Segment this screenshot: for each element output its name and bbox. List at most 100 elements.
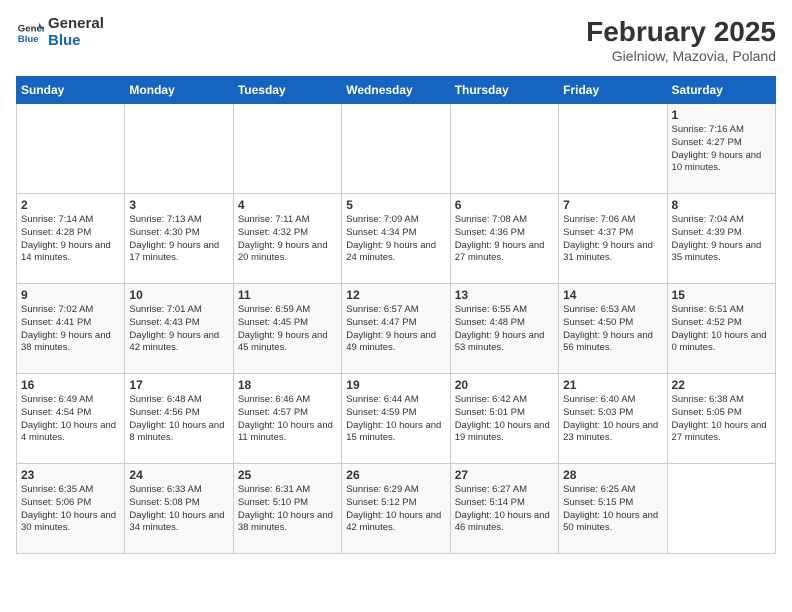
logo: General Blue General Blue: [16, 16, 104, 49]
day-number: 21: [563, 378, 662, 392]
day-info: Sunrise: 6:27 AM Sunset: 5:14 PM Dayligh…: [455, 484, 554, 535]
day-info: Sunrise: 6:31 AM Sunset: 5:10 PM Dayligh…: [238, 484, 337, 535]
calendar-cell: 26Sunrise: 6:29 AM Sunset: 5:12 PM Dayli…: [342, 464, 450, 554]
calendar-cell: 27 Sunrise: 6:27 AM Sunset: 5:14 PM Dayli…: [450, 464, 558, 554]
calendar-cell: 22Sunrise: 6:38 AM Sunset: 5:05 PM Dayli…: [667, 374, 775, 464]
calendar-cell: [17, 104, 125, 194]
week-row-2: 2 Sunrise: 7:14 AM Sunset: 4:28 PM Daylig…: [17, 194, 776, 284]
weekday-header-wednesday: Wednesday: [342, 77, 450, 104]
day-number: 24: [129, 468, 228, 482]
day-info: Sunrise: 7:04 AM Sunset: 4:39 PM Dayligh…: [672, 214, 771, 265]
day-info: Sunrise: 6:44 AM Sunset: 4:59 PM Dayligh…: [346, 394, 445, 445]
calendar-cell: 28 Sunrise: 6:25 AM Sunset: 5:15 PM Dayli…: [559, 464, 667, 554]
calendar-cell: [125, 104, 233, 194]
weekday-header-row: SundayMondayTuesdayWednesdayThursdayFrid…: [17, 77, 776, 104]
day-number: 28: [563, 468, 662, 482]
day-info: Sunrise: 7:06 AM Sunset: 4:37 PM Dayligh…: [563, 214, 662, 265]
day-info: Sunrise: 6:40 AM Sunset: 5:03 PM Dayligh…: [563, 394, 662, 445]
day-info: Sunrise: 6:51 AM Sunset: 4:52 PM Dayligh…: [672, 304, 771, 355]
title-block: February 2025 Gielniow, Mazovia, Poland: [586, 16, 776, 64]
day-info: Sunrise: 6:25 AM Sunset: 5:15 PM Dayligh…: [563, 484, 662, 535]
calendar-cell: 7 Sunrise: 7:06 AM Sunset: 4:37 PM Daylig…: [559, 194, 667, 284]
calendar-cell: 10 Sunrise: 7:01 AM Sunset: 4:43 PM Dayli…: [125, 284, 233, 374]
day-number: 20: [455, 378, 554, 392]
calendar-cell: 2 Sunrise: 7:14 AM Sunset: 4:28 PM Daylig…: [17, 194, 125, 284]
calendar-cell: 8 Sunrise: 7:04 AM Sunset: 4:39 PM Daylig…: [667, 194, 775, 284]
day-number: 13: [455, 288, 554, 302]
svg-text:Blue: Blue: [18, 33, 39, 44]
day-info: Sunrise: 6:53 AM Sunset: 4:50 PM Dayligh…: [563, 304, 662, 355]
calendar-cell: 9 Sunrise: 7:02 AM Sunset: 4:41 PM Daylig…: [17, 284, 125, 374]
day-number: 27: [455, 468, 554, 482]
weekday-header-monday: Monday: [125, 77, 233, 104]
calendar-cell: 4 Sunrise: 7:11 AM Sunset: 4:32 PM Daylig…: [233, 194, 341, 284]
day-number: 12: [346, 288, 445, 302]
day-number: 8: [672, 198, 771, 212]
month-title: February 2025: [586, 16, 776, 48]
calendar-cell: [450, 104, 558, 194]
weekday-header-tuesday: Tuesday: [233, 77, 341, 104]
week-row-4: 16Sunrise: 6:49 AM Sunset: 4:54 PM Dayli…: [17, 374, 776, 464]
day-info: Sunrise: 7:09 AM Sunset: 4:34 PM Dayligh…: [346, 214, 445, 265]
logo-icon: General Blue: [16, 19, 44, 47]
day-number: 4: [238, 198, 337, 212]
calendar-cell: 6 Sunrise: 7:08 AM Sunset: 4:36 PM Daylig…: [450, 194, 558, 284]
day-info: Sunrise: 6:29 AM Sunset: 5:12 PM Dayligh…: [346, 484, 445, 535]
week-row-1: 1 Sunrise: 7:16 AM Sunset: 4:27 PM Daylig…: [17, 104, 776, 194]
calendar-cell: 16Sunrise: 6:49 AM Sunset: 4:54 PM Dayli…: [17, 374, 125, 464]
calendar-cell: [342, 104, 450, 194]
day-info: Sunrise: 6:42 AM Sunset: 5:01 PM Dayligh…: [455, 394, 554, 445]
weekday-header-friday: Friday: [559, 77, 667, 104]
calendar-cell: 25Sunrise: 6:31 AM Sunset: 5:10 PM Dayli…: [233, 464, 341, 554]
page-header: General Blue General Blue February 2025 …: [16, 16, 776, 64]
day-info: Sunrise: 7:13 AM Sunset: 4:30 PM Dayligh…: [129, 214, 228, 265]
day-info: Sunrise: 7:02 AM Sunset: 4:41 PM Dayligh…: [21, 304, 120, 355]
day-info: Sunrise: 7:01 AM Sunset: 4:43 PM Dayligh…: [129, 304, 228, 355]
day-number: 11: [238, 288, 337, 302]
calendar-cell: 18Sunrise: 6:46 AM Sunset: 4:57 PM Dayli…: [233, 374, 341, 464]
day-number: 7: [563, 198, 662, 212]
day-number: 2: [21, 198, 120, 212]
calendar-cell: 20 Sunrise: 6:42 AM Sunset: 5:01 PM Dayli…: [450, 374, 558, 464]
day-number: 19: [346, 378, 445, 392]
day-number: 10: [129, 288, 228, 302]
calendar-cell: [667, 464, 775, 554]
calendar-cell: 5 Sunrise: 7:09 AM Sunset: 4:34 PM Daylig…: [342, 194, 450, 284]
calendar-cell: 23 Sunrise: 6:35 AM Sunset: 5:06 PM Dayli…: [17, 464, 125, 554]
calendar-body: 1 Sunrise: 7:16 AM Sunset: 4:27 PM Daylig…: [17, 104, 776, 554]
calendar-cell: 24 Sunrise: 6:33 AM Sunset: 5:08 PM Dayli…: [125, 464, 233, 554]
day-info: Sunrise: 7:16 AM Sunset: 4:27 PM Dayligh…: [672, 124, 771, 175]
weekday-header-sunday: Sunday: [17, 77, 125, 104]
day-number: 5: [346, 198, 445, 212]
calendar-cell: [559, 104, 667, 194]
day-info: Sunrise: 7:11 AM Sunset: 4:32 PM Dayligh…: [238, 214, 337, 265]
location-subtitle: Gielniow, Mazovia, Poland: [586, 48, 776, 64]
day-number: 14: [563, 288, 662, 302]
calendar-cell: 15Sunrise: 6:51 AM Sunset: 4:52 PM Dayli…: [667, 284, 775, 374]
day-info: Sunrise: 6:57 AM Sunset: 4:47 PM Dayligh…: [346, 304, 445, 355]
day-info: Sunrise: 7:08 AM Sunset: 4:36 PM Dayligh…: [455, 214, 554, 265]
day-info: Sunrise: 7:14 AM Sunset: 4:28 PM Dayligh…: [21, 214, 120, 265]
calendar-cell: 21 Sunrise: 6:40 AM Sunset: 5:03 PM Dayli…: [559, 374, 667, 464]
day-number: 6: [455, 198, 554, 212]
day-number: 1: [672, 108, 771, 122]
calendar-cell: 17Sunrise: 6:48 AM Sunset: 4:56 PM Dayli…: [125, 374, 233, 464]
day-number: 16: [21, 378, 120, 392]
day-number: 17: [129, 378, 228, 392]
logo-blue: Blue: [48, 33, 104, 50]
day-info: Sunrise: 6:46 AM Sunset: 4:57 PM Dayligh…: [238, 394, 337, 445]
calendar-cell: 11Sunrise: 6:59 AM Sunset: 4:45 PM Dayli…: [233, 284, 341, 374]
day-info: Sunrise: 6:33 AM Sunset: 5:08 PM Dayligh…: [129, 484, 228, 535]
day-number: 23: [21, 468, 120, 482]
calendar-cell: 12 Sunrise: 6:57 AM Sunset: 4:47 PM Dayli…: [342, 284, 450, 374]
day-number: 22: [672, 378, 771, 392]
week-row-5: 23 Sunrise: 6:35 AM Sunset: 5:06 PM Dayli…: [17, 464, 776, 554]
day-number: 9: [21, 288, 120, 302]
calendar-cell: 19 Sunrise: 6:44 AM Sunset: 4:59 PM Dayli…: [342, 374, 450, 464]
day-info: Sunrise: 6:55 AM Sunset: 4:48 PM Dayligh…: [455, 304, 554, 355]
weekday-header-thursday: Thursday: [450, 77, 558, 104]
calendar-cell: 1 Sunrise: 7:16 AM Sunset: 4:27 PM Daylig…: [667, 104, 775, 194]
calendar-cell: 14 Sunrise: 6:53 AM Sunset: 4:50 PM Dayli…: [559, 284, 667, 374]
day-info: Sunrise: 6:35 AM Sunset: 5:06 PM Dayligh…: [21, 484, 120, 535]
logo-general: General: [48, 16, 104, 33]
